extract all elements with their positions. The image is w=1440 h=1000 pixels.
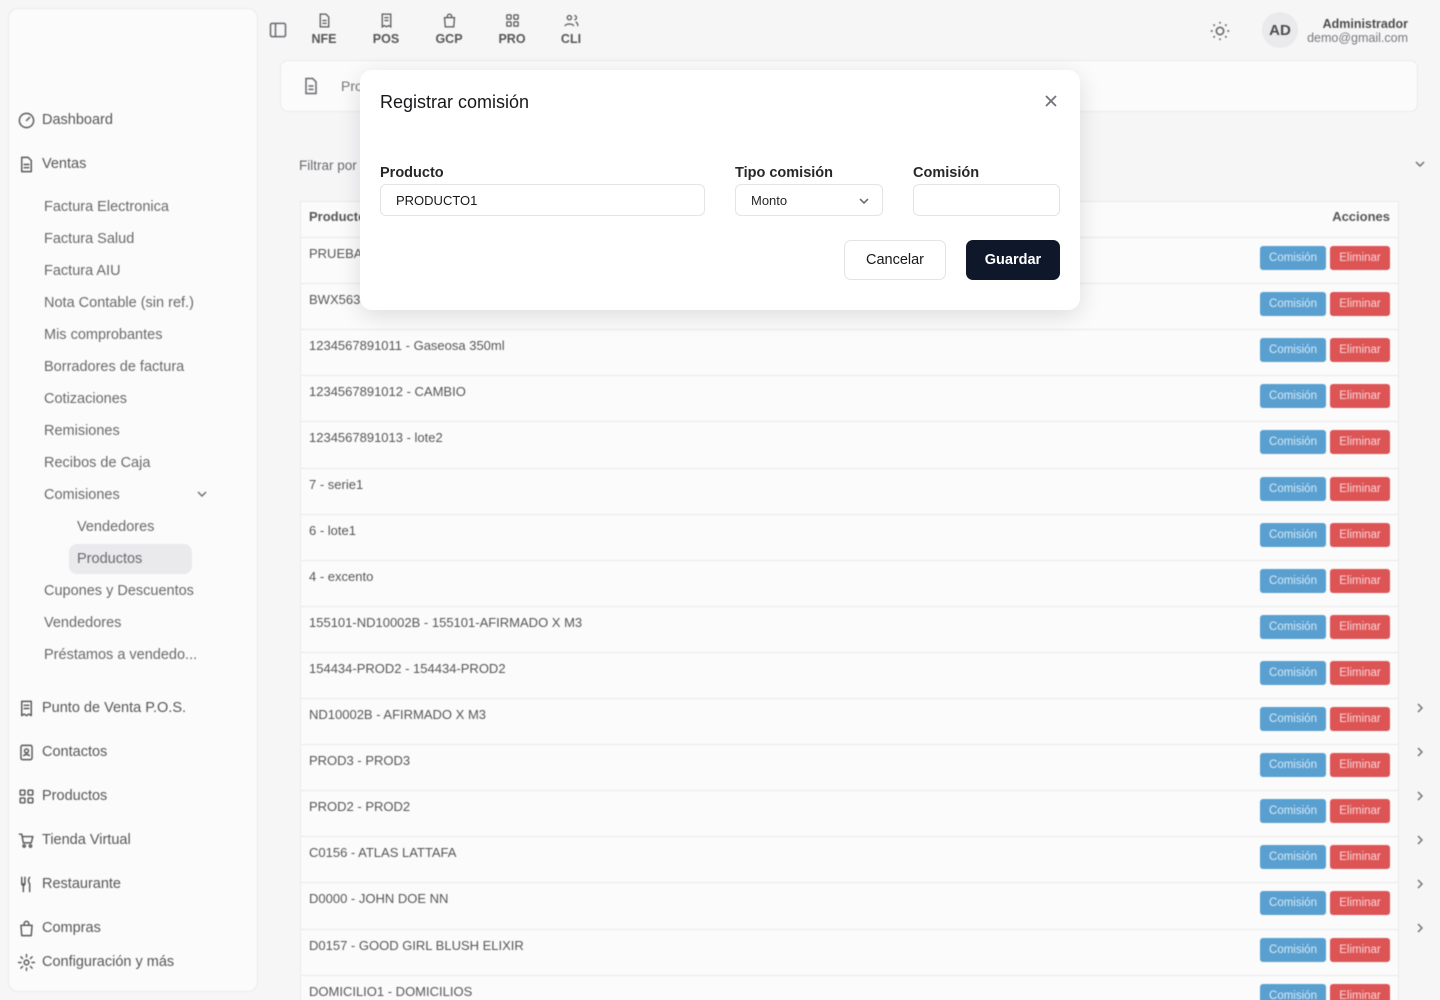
dialog-title: Registrar comisión bbox=[380, 92, 530, 112]
product-input[interactable] bbox=[380, 184, 705, 216]
save-button[interactable]: Guardar bbox=[966, 240, 1060, 280]
cancel-button[interactable]: Cancelar bbox=[844, 240, 946, 280]
commission-label: Comisión bbox=[913, 165, 980, 181]
type-select-value: Monto bbox=[751, 192, 788, 208]
commission-input[interactable] bbox=[913, 184, 1060, 216]
type-label: Tipo comisión bbox=[735, 165, 834, 181]
product-label: Producto bbox=[380, 165, 444, 181]
type-select[interactable]: Monto bbox=[735, 184, 883, 216]
chevron-down-icon bbox=[859, 198, 869, 205]
register-commission-dialog: Registrar comisión Producto Tipo comisió… bbox=[360, 70, 1080, 310]
close-icon[interactable] bbox=[1044, 94, 1058, 108]
